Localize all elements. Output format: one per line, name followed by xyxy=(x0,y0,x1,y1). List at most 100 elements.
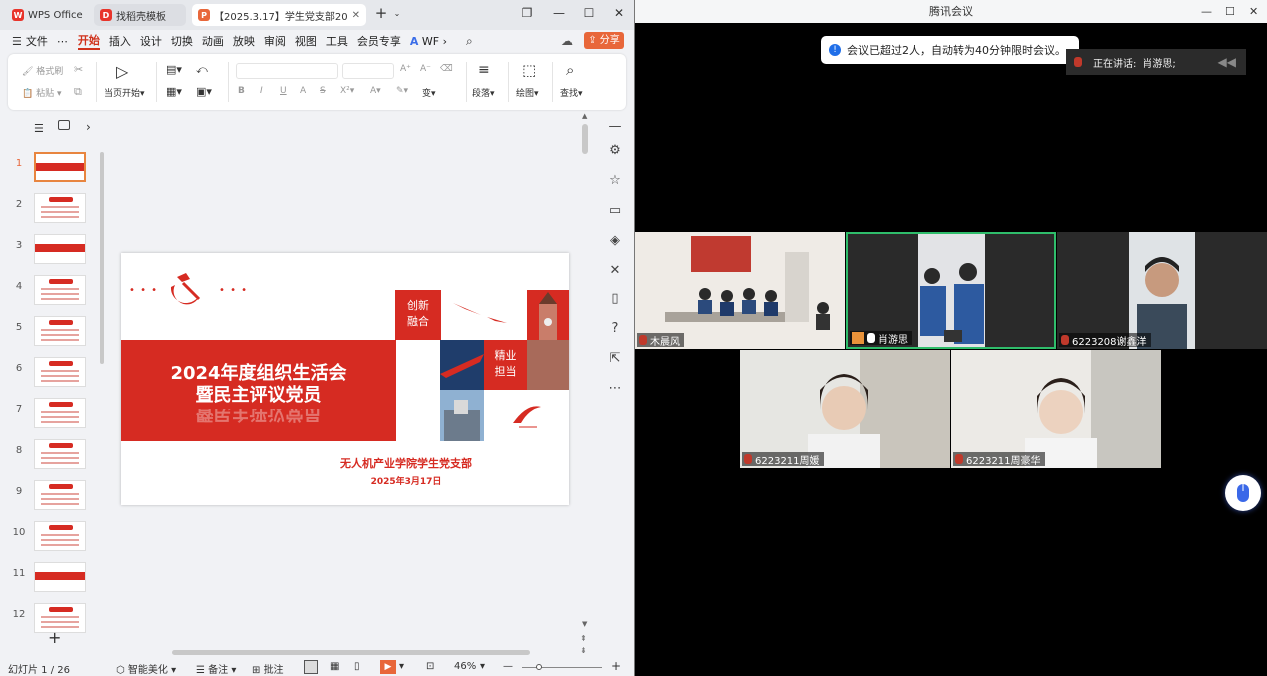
highlight-icon[interactable]: ✎▾ xyxy=(396,86,408,96)
normal-view-icon[interactable] xyxy=(304,660,318,674)
tab-current-document[interactable]: P 【2025.3.17】学生党支部2024年 ✕ xyxy=(192,4,366,26)
share-screen-icon[interactable]: ⇱ xyxy=(606,350,624,368)
star-icon[interactable]: ☆ xyxy=(606,172,624,190)
zoom-in-icon[interactable]: + xyxy=(611,659,621,673)
bold-icon[interactable]: B xyxy=(238,86,245,96)
italic-icon[interactable]: I xyxy=(260,86,263,96)
outline-view-icon[interactable]: ☰ xyxy=(34,122,44,135)
menu-tools[interactable]: 工具 xyxy=(326,33,348,49)
copy-icon[interactable]: ⧉ xyxy=(74,85,82,99)
zoom-chevron-icon[interactable]: ▾ xyxy=(480,661,485,672)
slide-thumbnail[interactable]: 3 xyxy=(0,234,100,270)
reading-view-icon[interactable]: ▯ xyxy=(354,661,360,672)
menu-design[interactable]: 设计 xyxy=(140,33,162,49)
canvas-horizontal-scrollbar[interactable] xyxy=(172,650,530,655)
canvas-vertical-scrollbar[interactable] xyxy=(582,124,588,154)
tab-list-chevron-icon[interactable]: ⌄ xyxy=(388,9,406,18)
notes-button[interactable]: ☰ 备注 ▾ xyxy=(196,661,236,676)
slide-sorter-icon[interactable]: ▦ xyxy=(330,661,339,672)
new-slide-icon[interactable]: ▤▾ xyxy=(166,63,182,76)
close-window-icon[interactable]: ✕ xyxy=(1249,0,1258,23)
slide-thumbnail[interactable]: 9 xyxy=(0,480,100,516)
tab-wps-office[interactable]: W WPS Office xyxy=(6,4,88,26)
play-slideshow-button[interactable]: ▶ xyxy=(380,660,396,674)
section-icon[interactable]: ▣▾ xyxy=(196,85,212,98)
comment-icon[interactable]: ▭ xyxy=(606,202,624,220)
layout-icon[interactable]: ▦▾ xyxy=(166,85,182,98)
menu-review[interactable]: 审阅 xyxy=(264,33,286,49)
menu-animation[interactable]: 动画 xyxy=(202,33,224,49)
paste-button[interactable]: 📋 粘贴 ▾ xyxy=(22,86,61,99)
menu-membership[interactable]: 会员专享 xyxy=(357,33,401,49)
menu-transition[interactable]: 切换 xyxy=(171,33,193,49)
maximize-icon[interactable]: ☐ xyxy=(580,6,598,20)
smart-beautify-button[interactable]: ⬡ 智能美化 ▾ xyxy=(116,661,176,676)
tab-docer-templates[interactable]: D 找稻壳模板 xyxy=(94,4,186,26)
more-tools-icon[interactable]: ⋯ xyxy=(606,380,624,398)
scroll-up-icon[interactable]: ▲ xyxy=(582,112,587,120)
font-color-icon[interactable]: A▾ xyxy=(370,86,381,96)
shadow-text-icon[interactable]: A xyxy=(300,86,306,96)
restore-icon[interactable]: ❐ xyxy=(518,6,536,20)
menu-file[interactable]: 文件 xyxy=(26,33,48,49)
clear-format-icon[interactable]: ⌫ xyxy=(440,64,453,74)
video-tile[interactable]: 6223211周媛 xyxy=(740,350,950,468)
object-icon[interactable]: ◈ xyxy=(606,232,624,250)
play-circle-icon[interactable]: ▷ xyxy=(116,62,128,81)
previous-slide-icon[interactable]: ⇞ xyxy=(580,634,587,643)
video-tile-active-speaker[interactable]: 肖游思 xyxy=(846,232,1056,349)
strikethrough-icon[interactable]: S xyxy=(320,86,326,96)
format-painter-button[interactable]: 🖌 格式刷 xyxy=(22,64,63,77)
play-from-current-button[interactable]: 当页开始▾ xyxy=(104,86,145,99)
zoom-slider-thumb[interactable] xyxy=(536,664,542,670)
scroll-down-icon[interactable]: ▼ xyxy=(582,620,587,628)
adjust-icon[interactable]: ⚙ xyxy=(606,142,624,160)
slide-thumbnail[interactable]: 6 xyxy=(0,357,100,393)
maximize-icon[interactable]: ☐ xyxy=(1225,0,1235,23)
video-tile[interactable]: 6223208谢鑫洋 xyxy=(1057,232,1267,349)
minimize-icon[interactable]: — xyxy=(1201,0,1212,23)
paragraph-icon[interactable]: ≡ xyxy=(478,62,490,78)
menu-home[interactable]: 开始 xyxy=(77,32,100,50)
zoom-slider[interactable] xyxy=(522,667,602,668)
menu-view[interactable]: 视图 xyxy=(295,33,317,49)
underline-icon[interactable]: U xyxy=(280,86,287,96)
hamburger-icon[interactable]: ☰ xyxy=(12,35,22,48)
share-button[interactable]: ⇪ 分享 xyxy=(584,32,624,49)
slide-view-icon[interactable] xyxy=(58,120,70,130)
cut-icon[interactable]: ✂ xyxy=(74,63,83,76)
search-icon[interactable]: ⌕ xyxy=(466,34,473,49)
menu-wps-ai[interactable]: A WF › xyxy=(410,35,447,48)
collapse-icon[interactable]: — xyxy=(606,118,624,136)
more-icon[interactable]: ⋯ xyxy=(57,35,68,48)
comment-button[interactable]: ⊞ 批注 xyxy=(252,661,284,676)
font-size-select[interactable] xyxy=(342,63,394,79)
fit-window-icon[interactable]: ⊡ xyxy=(426,661,434,672)
slide-thumbnail[interactable]: 11 xyxy=(0,562,100,598)
thumbnail-scrollbar[interactable] xyxy=(100,152,104,364)
slide-thumbnail[interactable]: 4 xyxy=(0,275,100,311)
zoom-level[interactable]: 46% xyxy=(454,661,476,672)
slide-thumbnail[interactable]: 1 xyxy=(0,152,100,188)
slide-thumbnail[interactable]: 10 xyxy=(0,521,100,557)
menu-insert[interactable]: 插入 xyxy=(109,33,131,49)
video-tile[interactable]: 木晨风 xyxy=(635,232,845,349)
increase-font-icon[interactable]: A⁺ xyxy=(400,64,411,74)
current-slide[interactable]: • • • • • • 创新 融合 2024年度组织生活会 暨民主评议党员 暨民… xyxy=(121,253,569,505)
tools-icon[interactable]: ✕ xyxy=(606,262,624,280)
menu-slideshow[interactable]: 放映 xyxy=(233,33,255,49)
next-slide-icon[interactable]: ⇟ xyxy=(580,646,587,655)
font-family-select[interactable] xyxy=(236,63,338,79)
slide-thumbnail[interactable]: 7 xyxy=(0,398,100,434)
slideshow-options-chevron-icon[interactable]: ▾ xyxy=(399,661,404,672)
character-spacing-icon[interactable]: 变▾ xyxy=(422,86,436,99)
shapes-icon[interactable]: ⬚ xyxy=(522,61,536,79)
reset-slide-icon[interactable]: ⤺ xyxy=(196,63,208,77)
floating-assistant-button[interactable] xyxy=(1225,475,1261,511)
expand-panel-icon[interactable]: › xyxy=(86,120,91,134)
cloud-icon[interactable]: ☁ xyxy=(561,34,573,48)
video-tile[interactable]: 6223211周豪华 xyxy=(951,350,1161,468)
find-icon[interactable]: ⌕ xyxy=(566,61,574,79)
minimize-icon[interactable]: — xyxy=(550,6,568,20)
close-tab-icon[interactable]: ✕ xyxy=(352,10,360,21)
